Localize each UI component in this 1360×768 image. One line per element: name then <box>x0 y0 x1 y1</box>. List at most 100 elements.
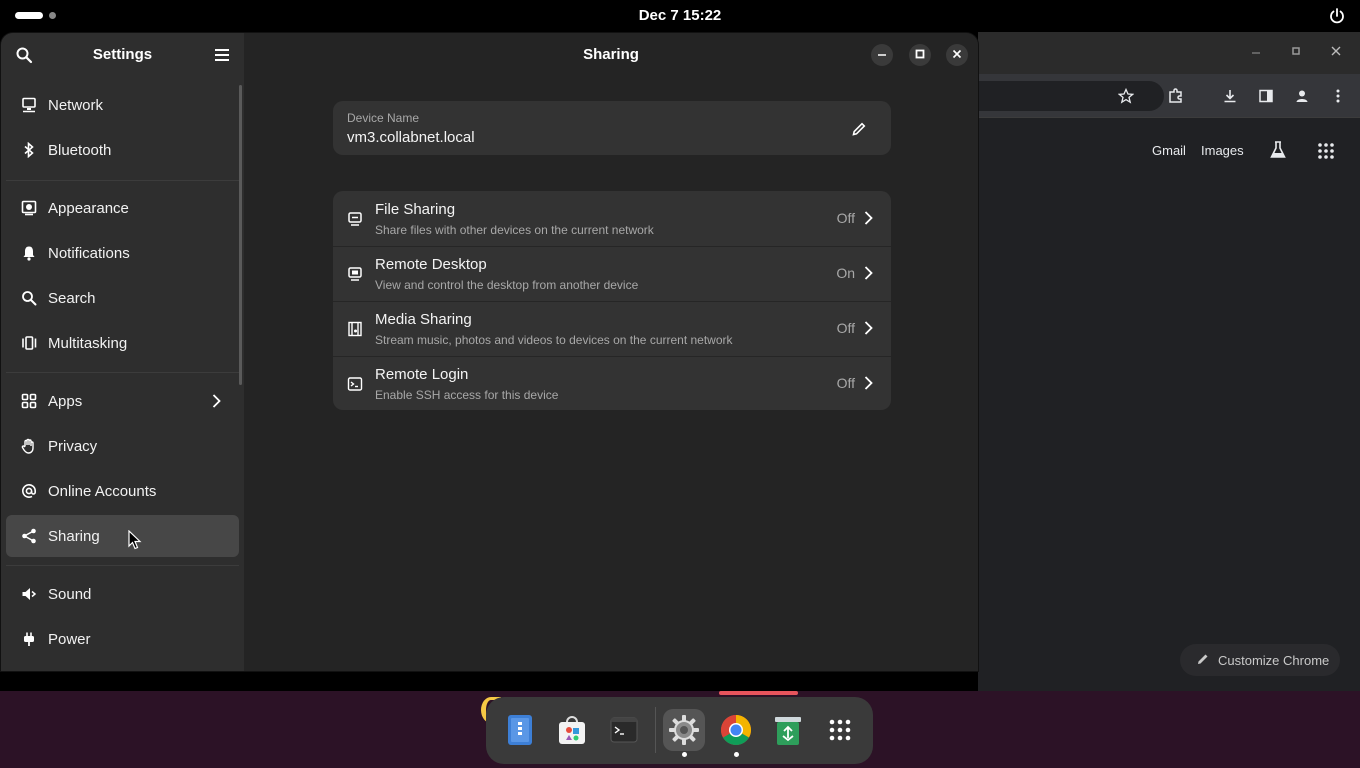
maximize-icon[interactable] <box>1286 41 1306 61</box>
extensions-icon[interactable] <box>1166 86 1186 106</box>
network-icon <box>20 96 38 114</box>
sidebar-scrollbar[interactable] <box>239 85 242 385</box>
sidebar-item-label: Apps <box>48 393 83 410</box>
list-item-media-sharing[interactable]: Media Sharing Stream music, photos and v… <box>333 301 891 356</box>
customize-chrome-button[interactable]: Customize Chrome <box>1180 644 1340 676</box>
list-item-subtitle: View and control the desktop from anothe… <box>375 278 639 292</box>
settings-window: Settings Network Bluetooth Appearance No… <box>1 33 978 671</box>
sidebar-item-power[interactable]: Power <box>6 618 239 660</box>
sidebar-item-bluetooth[interactable]: Bluetooth <box>6 129 239 171</box>
sharing-panel: Sharing Device Name vm3.collabnet.local … <box>244 33 978 671</box>
list-item-title: Remote Login <box>375 366 469 383</box>
sidebar-item-network[interactable]: Network <box>6 84 239 126</box>
sidebar-item-label: Power <box>48 631 91 648</box>
sidebar-divider <box>6 372 239 373</box>
sidebar-item-online-accounts[interactable]: Online Accounts <box>6 470 239 512</box>
speaker-icon <box>20 585 38 603</box>
sidebar-item-multitasking[interactable]: Multitasking <box>6 322 239 364</box>
appearance-icon <box>20 199 38 217</box>
sidebar-item-label: Multitasking <box>48 335 128 352</box>
app-grid-icon[interactable] <box>819 709 861 751</box>
chevron-right-icon <box>859 374 877 392</box>
sidebar-item-label: Bluetooth <box>48 142 112 159</box>
list-item-file-sharing[interactable]: File Sharing Share files with other devi… <box>333 191 891 246</box>
download-icon[interactable] <box>1220 86 1240 106</box>
bluetooth-icon <box>20 141 38 159</box>
trash-icon[interactable] <box>767 709 809 751</box>
list-item-remote-desktop[interactable]: Remote Desktop View and control the desk… <box>333 246 891 301</box>
images-link[interactable]: Images <box>1201 143 1244 158</box>
gmail-link[interactable]: Gmail <box>1152 143 1186 158</box>
more-menu-icon[interactable] <box>1328 86 1348 106</box>
sidebar-divider <box>6 565 239 566</box>
device-name-field[interactable]: Device Name vm3.collabnet.local <box>333 101 891 155</box>
sidebar-item-label: Sound <box>48 586 92 603</box>
clock[interactable]: Dec 7 15:22 <box>639 7 722 24</box>
google-apps-icon[interactable] <box>1316 141 1336 161</box>
files-icon[interactable] <box>499 709 541 751</box>
running-indicator <box>734 752 739 757</box>
maximize-icon <box>915 46 925 64</box>
terminal-icon <box>346 375 364 393</box>
multitasking-icon <box>20 334 38 352</box>
sidebar-item-search[interactable]: Search <box>6 277 239 319</box>
chevron-right-icon <box>859 319 877 337</box>
list-item-title: Media Sharing <box>375 311 472 328</box>
at-sign-icon <box>20 482 38 500</box>
dock-separator <box>655 707 656 753</box>
device-name-value[interactable]: vm3.collabnet.local <box>347 129 475 146</box>
folder-share-icon <box>346 210 364 228</box>
settings-icon[interactable] <box>663 709 705 757</box>
software-icon[interactable] <box>551 709 593 751</box>
status-label: Off <box>836 375 855 391</box>
minimize-icon <box>877 46 887 64</box>
chrome-titlebar <box>978 32 1360 74</box>
close-button[interactable] <box>946 44 968 66</box>
edit-pencil-icon[interactable] <box>849 119 869 139</box>
workspace-indicator-active[interactable] <box>15 12 43 19</box>
profile-icon[interactable] <box>1292 86 1312 106</box>
pencil-icon <box>1196 652 1210 669</box>
hamburger-menu-icon[interactable] <box>212 45 232 65</box>
list-item-title: Remote Desktop <box>375 256 487 273</box>
hand-icon <box>20 437 38 455</box>
chrome-icon[interactable] <box>715 709 757 757</box>
search-icon[interactable] <box>14 45 34 65</box>
close-icon[interactable] <box>1326 41 1346 61</box>
maximize-button[interactable] <box>909 44 931 66</box>
power-icon[interactable] <box>1328 7 1346 25</box>
list-item-subtitle: Share files with other devices on the cu… <box>375 223 654 237</box>
search-icon <box>20 289 38 307</box>
labs-flask-icon[interactable] <box>1268 140 1288 160</box>
sidebar-item-appearance[interactable]: Appearance <box>6 187 239 229</box>
minimize-button[interactable] <box>871 44 893 66</box>
sharing-options-list: File Sharing Share files with other devi… <box>333 191 891 410</box>
chevron-right-icon <box>859 209 877 227</box>
list-item-remote-login[interactable]: Remote Login Enable SSH access for this … <box>333 356 891 410</box>
mouse-cursor-icon <box>128 529 142 550</box>
customize-chrome-label: Customize Chrome <box>1218 652 1330 668</box>
status-label: On <box>836 265 855 281</box>
side-panel-icon[interactable] <box>1256 86 1276 106</box>
address-bar[interactable] <box>978 81 1164 111</box>
running-indicator <box>682 752 687 757</box>
page-title: Sharing <box>583 46 639 63</box>
window-preview-strip <box>719 691 798 695</box>
terminal-icon[interactable] <box>603 709 645 751</box>
sidebar-header: Settings <box>1 33 244 78</box>
bookmark-star-icon[interactable] <box>1116 86 1136 106</box>
apps-grid-icon <box>20 392 38 410</box>
sidebar-item-sharing[interactable]: Sharing <box>6 515 239 557</box>
sidebar-item-apps[interactable]: Apps <box>6 380 239 422</box>
dock <box>486 697 873 764</box>
minimize-icon[interactable] <box>1246 43 1266 63</box>
share-icon <box>20 527 38 545</box>
sidebar-item-sound[interactable]: Sound <box>6 573 239 615</box>
sidebar-item-privacy[interactable]: Privacy <box>6 425 239 467</box>
workspace-indicator[interactable] <box>49 12 56 19</box>
chrome-window: Gmail Images Customize Chrome <box>978 32 1360 691</box>
sidebar: Settings Network Bluetooth Appearance No… <box>1 33 244 671</box>
sidebar-item-label: Appearance <box>48 200 129 217</box>
status-label: Off <box>836 210 855 226</box>
sidebar-item-notifications[interactable]: Notifications <box>6 232 239 274</box>
